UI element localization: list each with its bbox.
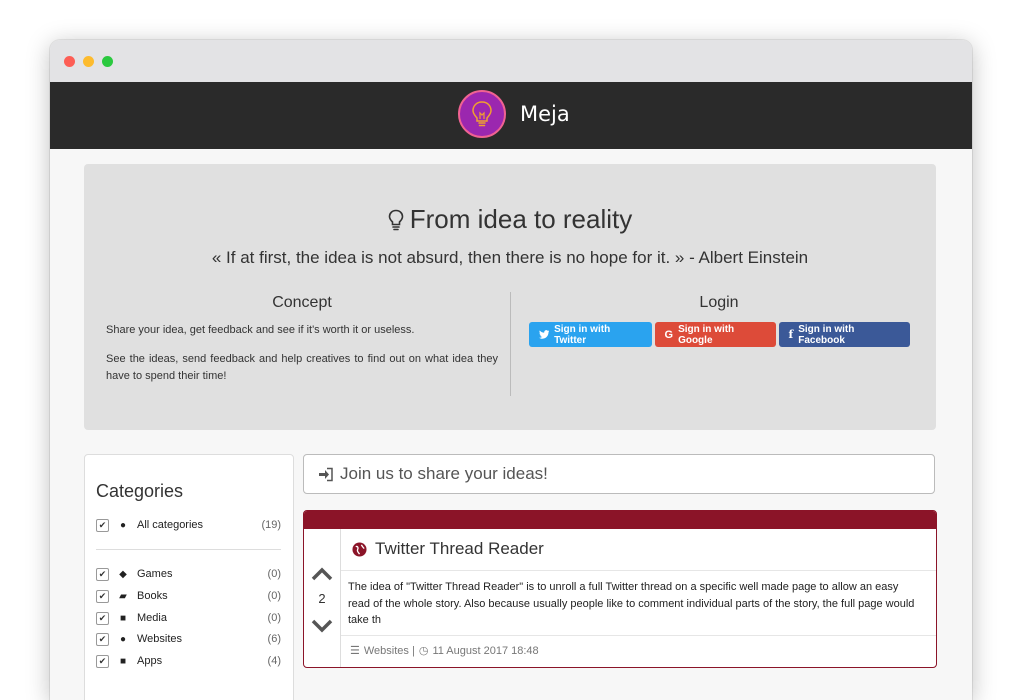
concept-title: Concept [272,294,332,311]
category-count: (0) [267,612,281,624]
upvote-chevron-icon[interactable] [311,567,333,581]
idea-title: Twitter Thread Reader [375,539,544,558]
category-all[interactable]: ✔ ● All categories (19) [96,515,281,535]
book-icon: ▰ [119,590,127,602]
login-section: Login Sign in with Twitter G Sign in wit… [524,294,914,347]
category-count: (4) [267,655,281,667]
category-label: Apps [137,655,163,667]
twitter-icon [538,330,550,339]
sign-in-twitter-label: Sign in with Twitter [554,323,611,346]
category-label: All categories [137,519,204,531]
concept-paragraph-2: See the ideas, send feedback and help cr… [106,353,498,382]
category-checkbox[interactable]: ✔ [96,589,109,603]
idea-divider [341,635,936,636]
category-label: Websites [137,633,183,645]
join-label: Join us to share your ideas! [340,464,548,483]
vote-column: 2 [304,529,341,667]
clock-icon: ◷ [418,645,429,657]
globe-icon: ● [119,633,127,645]
downvote-chevron-icon[interactable] [311,619,333,633]
hero-title-row: From idea to reality [84,204,936,235]
globe-icon [352,541,367,557]
browser-window: Meja From idea to reality « If at first,… [50,40,972,700]
category-checkbox[interactable]: ✔ [96,654,109,668]
category-books[interactable]: ✔ ▰ Books (0) [96,586,281,606]
category-media[interactable]: ✔ ■ Media (0) [96,608,281,628]
facebook-icon: f [788,328,794,341]
categories-panel: Categories ✔ ● All categories (19) ✔ ◆ G… [84,454,294,700]
brand-link[interactable]: Meja [458,90,570,138]
lightbulb-icon [388,209,404,230]
category-label: Media [137,612,167,624]
sign-in-google-label: Sign in with Google [678,323,735,346]
lightbulb-logo-icon [458,90,506,138]
list-icon: ☰ [350,645,360,657]
section-divider [510,292,511,396]
sign-in-facebook-label: Sign in with Facebook [798,323,855,346]
sign-in-arrow-icon [319,467,333,481]
concept-paragraph-1: Share your idea, get feedback and see if… [106,324,415,336]
sign-in-twitter-button[interactable]: Sign in with Twitter [528,322,652,347]
login-title: Login [699,294,739,311]
category-websites[interactable]: ✔ ● Websites (6) [96,629,281,649]
window-titlebar [50,40,972,82]
idea-date: 11 August 2017 18:48 [432,644,539,657]
sign-in-facebook-button[interactable]: f Sign in with Facebook [778,322,910,347]
join-banner[interactable]: Join us to share your ideas! [303,454,935,494]
globe-icon: ● [119,519,127,531]
category-count: (6) [267,633,281,645]
category-apps[interactable]: ✔ ■ Apps (4) [96,651,281,671]
category-label: Books [137,590,168,602]
brand-name: Meja [520,102,570,126]
category-count: (19) [261,519,281,531]
hero-panel: From idea to reality « If at first, the … [84,164,936,430]
video-camera-icon: ■ [119,612,127,624]
vote-count: 2 [318,591,326,606]
category-count: (0) [267,568,281,580]
categories-title: Categories [96,481,184,501]
close-window-button[interactable] [64,56,75,67]
idea-card-header-bar [304,511,936,529]
idea-title-row[interactable]: Twitter Thread Reader [352,539,544,559]
minimize-window-button[interactable] [83,56,94,67]
idea-category[interactable]: Websites | [364,645,415,657]
gamepad-icon: ◆ [119,568,127,580]
category-divider [96,549,281,550]
hero-title: From idea to reality [409,204,633,234]
category-checkbox[interactable]: ✔ [96,632,109,646]
idea-divider [341,570,936,571]
idea-card[interactable]: 2 Twitter Thread Reader The idea of "Twi… [303,510,937,668]
concept-section: Concept Share your idea, get feedback an… [106,294,498,397]
google-icon: G [664,328,674,341]
category-label: Games [137,568,173,580]
navbar: Meja [50,82,972,149]
hero-quote: « If at first, the idea is not absurd, t… [211,248,809,267]
app-square-icon: ■ [119,655,127,667]
sign-in-google-button[interactable]: G Sign in with Google [654,322,776,347]
maximize-window-button[interactable] [102,56,113,67]
category-checkbox[interactable]: ✔ [96,518,109,532]
idea-description: The idea of "Twitter Thread Reader" is t… [348,581,915,626]
category-checkbox[interactable]: ✔ [96,611,109,625]
idea-meta: ☰ Websites | ◷ 11 August 2017 18:48 [350,644,539,658]
category-count: (0) [267,590,281,602]
category-checkbox[interactable]: ✔ [96,567,109,581]
category-games[interactable]: ✔ ◆ Games (0) [96,564,281,584]
